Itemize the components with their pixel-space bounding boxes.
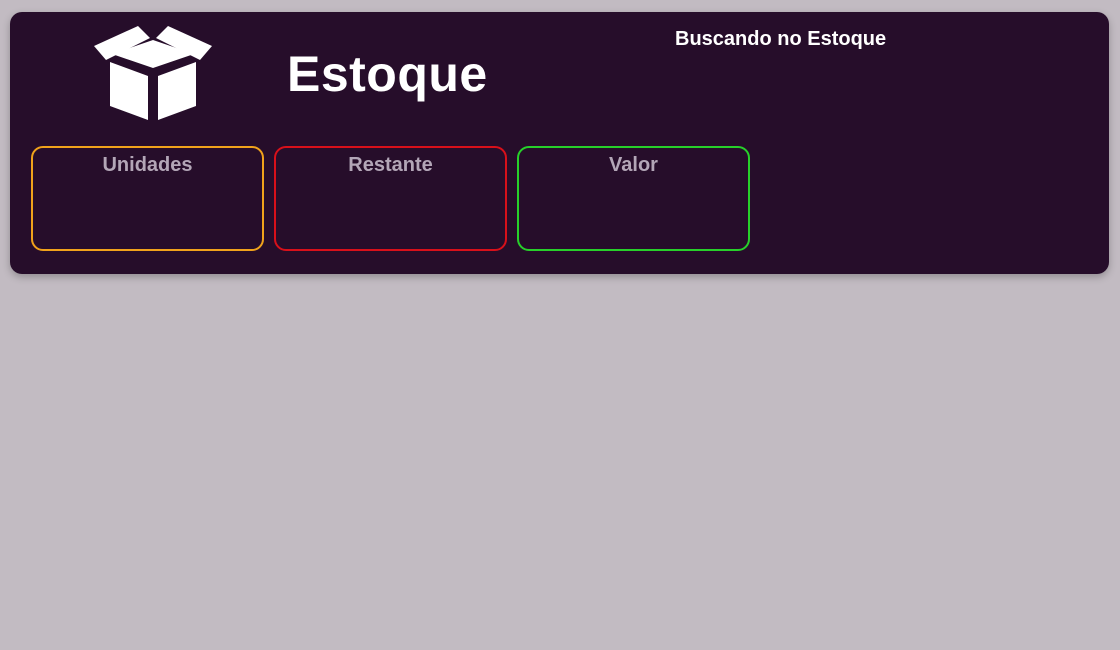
stock-panel: Estoque Buscando no Estoque Unidades Res… xyxy=(10,12,1109,274)
value-card: Valor xyxy=(517,146,750,251)
page-title: Estoque xyxy=(287,46,488,102)
units-label: Unidades xyxy=(102,154,193,176)
search-status-text: Buscando no Estoque xyxy=(675,28,887,50)
value-label: Valor xyxy=(609,154,658,176)
open-box-icon xyxy=(94,26,212,120)
units-card: Unidades xyxy=(31,146,264,251)
remaining-card: Restante xyxy=(274,146,507,251)
remaining-label: Restante xyxy=(348,154,433,176)
